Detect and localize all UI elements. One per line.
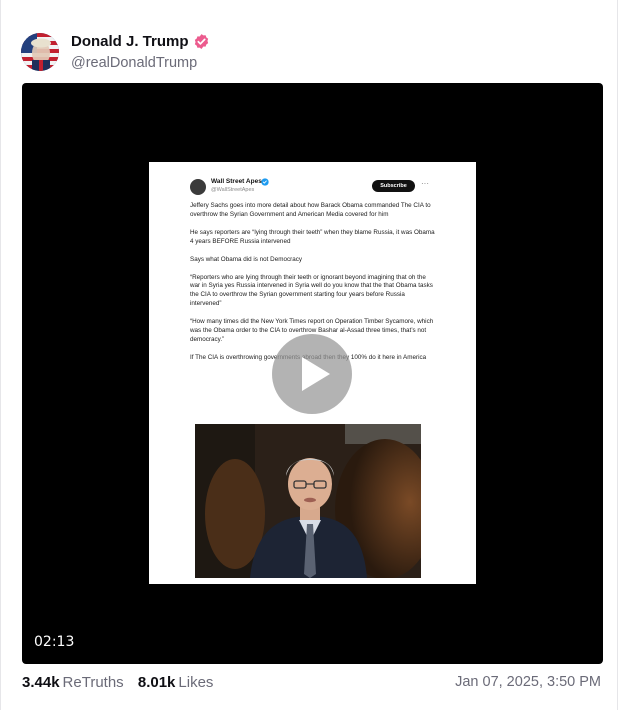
play-icon (302, 357, 330, 391)
embedded-paragraph: “Reporters who are lying through their t… (190, 273, 433, 308)
embedded-author-handle: @WallStreetApes (211, 187, 255, 193)
video-duration: 02:13 (34, 634, 75, 650)
retruths-count: 3.44k (22, 674, 60, 691)
video-player[interactable]: Wall Street Apes @WallStreetApes Subscri… (22, 83, 603, 664)
likes-count: 8.01k (137, 674, 176, 691)
embedded-author-name: Wall Street Apes (211, 178, 262, 185)
embedded-avatar (190, 179, 206, 195)
author-name-row[interactable]: Donald J. Trump (71, 33, 210, 50)
embedded-subscribe-button: Subscribe (372, 180, 415, 192)
avatar-image (21, 33, 59, 71)
verified-badge-icon (193, 33, 210, 50)
play-button[interactable] (272, 334, 352, 414)
retruths-link[interactable]: 3.44k ReTruths (22, 674, 124, 691)
embedded-paragraph: Jeffery Sachs goes into more detail abou… (190, 202, 431, 218)
author-handle[interactable]: @realDonaldTrump (71, 55, 197, 71)
author-display-name[interactable]: Donald J. Trump (71, 33, 189, 50)
embedded-video-still (195, 424, 421, 578)
embedded-paragraph: Says what Obama did is not Democracy (190, 255, 302, 263)
avatar[interactable] (21, 33, 59, 71)
post-timestamp[interactable]: Jan 07, 2025, 3:50 PM (455, 674, 601, 690)
embedded-verified-icon (261, 178, 269, 186)
post-stats: 3.44k ReTruths 8.01k Likes (22, 674, 213, 691)
likes-link[interactable]: 8.01k Likes (138, 674, 214, 691)
post-card: Donald J. Trump @realDonaldTrump Wall St… (0, 0, 618, 710)
retruths-label: ReTruths (62, 674, 124, 691)
embedded-more-icon: ··· (421, 179, 429, 188)
embedded-post-header: Wall Street Apes @WallStreetApes Subscri… (190, 178, 435, 196)
likes-label: Likes (178, 674, 214, 691)
embedded-paragraph: He says reporters are “lying through the… (190, 228, 435, 245)
